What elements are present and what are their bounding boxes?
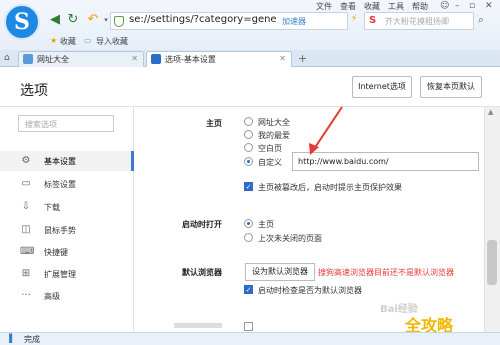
menu-tools[interactable]: 工具 xyxy=(388,1,404,12)
sidebar-item-label: 扩展管理 xyxy=(44,270,76,279)
internet-options-button[interactable]: Internet选项 xyxy=(352,76,412,98)
tamper-warning-checkbox[interactable]: ✓ xyxy=(244,182,253,191)
radio-url-directory[interactable] xyxy=(244,117,253,126)
radio-custom[interactable] xyxy=(244,157,253,166)
restore-defaults-button[interactable]: 恢复本页默认 xyxy=(420,76,482,98)
sidebar-search-input[interactable]: 搜索选项 xyxy=(18,115,114,132)
search-box[interactable]: S 芥大粉花摸粗扬卿 xyxy=(364,12,474,30)
tab-url-directory[interactable]: 网址大全 ✕ xyxy=(18,51,144,67)
sidebar-item-extensions[interactable]: ⊞ 扩展管理 xyxy=(0,264,134,284)
checkbox-label: 主页被篡改后，启动时提示主页保护效果 xyxy=(258,183,402,192)
sidebar-item-label: 快捷键 xyxy=(44,248,68,257)
address-bar[interactable]: se://settings/?category=gene 加速器 xyxy=(110,12,348,30)
radio-label: 主页 xyxy=(258,220,274,229)
tab-close-icon[interactable]: ✕ xyxy=(131,54,138,63)
radio-startup-last-session[interactable] xyxy=(244,233,253,242)
radio-label: 网址大全 xyxy=(258,118,290,127)
user-icon[interactable]: ☺ xyxy=(440,1,449,11)
homepage-section-label: 主页 xyxy=(206,119,222,128)
menu-favorites[interactable]: 收藏 xyxy=(364,1,380,12)
menu-view[interactable]: 查看 xyxy=(340,1,356,12)
sidebar-item-tabs[interactable]: ▭ 标签设置 xyxy=(0,174,134,194)
refresh-icon[interactable]: ↻ xyxy=(66,13,80,27)
sidebar-item-label: 鼠标手势 xyxy=(44,226,76,235)
scrollbar-thumb[interactable] xyxy=(487,240,497,285)
radio-label: 自定义 xyxy=(258,158,282,167)
star-icon: ★ xyxy=(50,36,58,45)
home-icon[interactable]: ⌂ xyxy=(4,53,10,63)
accelerator-button[interactable]: 加速器 xyxy=(282,16,306,27)
extensions-icon: ⊞ xyxy=(21,268,31,279)
tabs-icon: ▭ xyxy=(21,178,31,189)
folder-icon: ▭ xyxy=(84,36,92,45)
sidebar-search-placeholder: 搜索选项 xyxy=(25,120,57,129)
menu-file[interactable]: 文件 xyxy=(316,1,332,12)
status-text: 完成 xyxy=(24,335,40,344)
bookmark-favorites[interactable]: 收藏 xyxy=(60,36,76,47)
search-placeholder: 芥大粉花摸粗扬卿 xyxy=(385,17,449,26)
minimize-icon[interactable]: – xyxy=(455,1,460,11)
mouse-gesture-icon: ◫ xyxy=(21,224,31,235)
next-section-label xyxy=(174,323,222,328)
default-browser-section-label: 默认浏览器 xyxy=(182,268,222,277)
scroll-up-icon[interactable]: ▲ xyxy=(488,108,493,116)
globe-icon xyxy=(23,54,33,64)
tab-label: 网址大全 xyxy=(37,55,69,64)
lightning-icon[interactable]: ⚡ xyxy=(351,14,357,24)
undo-icon[interactable]: ↶ xyxy=(86,13,100,27)
page-title: 选项 xyxy=(20,83,48,99)
tab-options-basic[interactable]: 选项-基本设置 ✕ xyxy=(146,51,292,67)
bookmark-import[interactable]: 导入收藏 xyxy=(96,36,128,47)
sidebar-item-label: 标签设置 xyxy=(44,180,76,189)
next-checkbox[interactable] xyxy=(244,322,253,331)
set-default-browser-button[interactable]: 设为默认浏览器 xyxy=(245,263,315,281)
close-icon[interactable]: ✕ xyxy=(485,1,493,11)
radio-label: 我的最爱 xyxy=(258,131,290,140)
radio-my-favorites[interactable] xyxy=(244,130,253,139)
panel-toggle-icon[interactable]: ▐ xyxy=(6,334,12,343)
shortcut-icon: ⌨ xyxy=(20,246,35,257)
new-tab-icon[interactable]: + xyxy=(298,52,307,65)
default-browser-warning: 搜狗高速浏览器目前还不是默认浏览器 xyxy=(318,268,454,277)
download-icon: ⇩ xyxy=(21,201,31,212)
sidebar-item-mouse-gestures[interactable]: ◫ 鼠标手势 xyxy=(0,220,134,240)
shield-icon xyxy=(114,16,124,27)
annotation-arrow xyxy=(309,106,343,155)
radio-startup-homepage[interactable] xyxy=(244,219,253,228)
sidebar-item-download[interactable]: ⇩ 下载 xyxy=(0,197,134,217)
search-engine-icon[interactable]: S xyxy=(369,15,376,26)
radio-blank-page[interactable] xyxy=(244,143,253,152)
menu-help[interactable]: 帮助 xyxy=(412,1,428,12)
maximize-icon[interactable]: ▫ xyxy=(469,1,475,11)
sidebar-item-label: 基本设置 xyxy=(44,157,76,166)
logo-letter: S xyxy=(14,9,30,35)
check-default-on-startup-checkbox[interactable]: ✓ xyxy=(244,285,253,294)
arrow-line xyxy=(313,106,343,150)
sidebar-item-shortcuts[interactable]: ⌨ 快捷键 xyxy=(0,242,134,262)
address-url[interactable]: se://settings/?category=gene xyxy=(129,14,277,25)
sidebar-item-label: 高级 xyxy=(44,292,60,301)
startup-section-label: 启动时打开 xyxy=(182,220,222,229)
radio-label: 上次未关闭的页面 xyxy=(258,234,322,243)
settings-tab-icon xyxy=(151,54,161,64)
back-icon[interactable]: ◀ xyxy=(48,13,62,27)
sidebar-item-basic[interactable]: ⚙ 基本设置 xyxy=(0,151,134,171)
tab-close-icon[interactable]: ✕ xyxy=(279,54,286,63)
tab-label: 选项-基本设置 xyxy=(165,55,216,64)
more-icon: ··· xyxy=(21,290,31,301)
sidebar-item-advanced[interactable]: ··· 高级 xyxy=(0,286,134,306)
radio-label: 空白页 xyxy=(258,144,282,153)
sidebar-item-label: 下载 xyxy=(44,203,60,212)
status-bar: ▐ 完成 xyxy=(0,332,500,345)
checkbox-label: 启动时检查是否为默认浏览器 xyxy=(258,286,362,295)
gear-icon: ⚙ xyxy=(21,155,31,166)
custom-homepage-url[interactable]: http://www.baidu.com/ xyxy=(298,157,389,166)
search-icon[interactable]: ⌕ xyxy=(478,13,484,27)
scrollbar[interactable] xyxy=(484,107,500,332)
